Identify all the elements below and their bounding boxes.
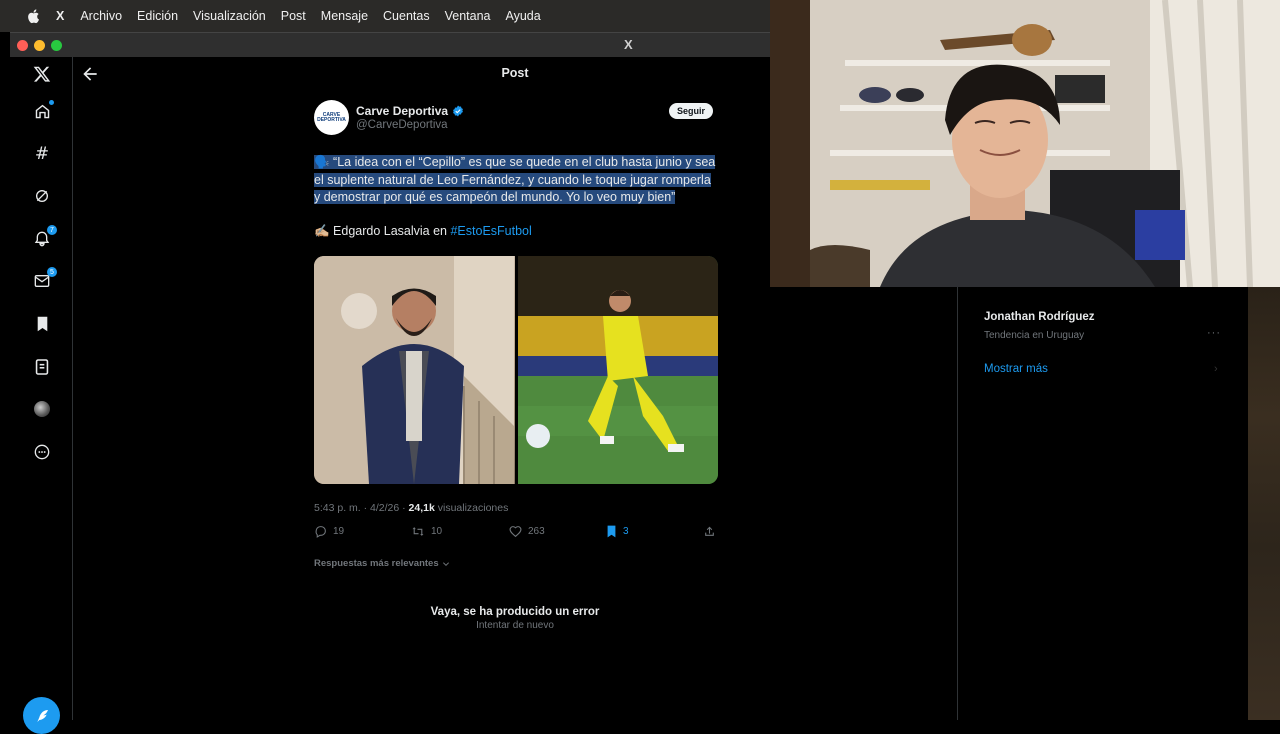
menu-mensaje[interactable]: Mensaje	[321, 9, 368, 23]
show-more-link[interactable]: Mostrar más	[984, 363, 1048, 375]
tweet-author-line: ✍🏼 Edgardo Lasalvia en #EstoEsFutbol	[314, 224, 532, 239]
apple-logo-icon[interactable]	[26, 8, 40, 24]
messages-badge: 5	[47, 267, 57, 277]
tweet-media[interactable]	[314, 256, 718, 484]
tweet-timestamp[interactable]: 5:43 p. m. · 4/2/26 ·	[314, 502, 409, 514]
notifications-icon[interactable]: 7	[31, 225, 57, 250]
compose-post-button[interactable]	[23, 697, 60, 734]
chevron-right-icon: ›	[1214, 363, 1218, 375]
tweet-views-label: visualizaciones	[434, 502, 509, 514]
author-name-text: Carve Deportiva	[356, 104, 449, 118]
grok-icon[interactable]	[31, 185, 53, 207]
trend-more-icon[interactable]: ···	[1207, 327, 1221, 339]
author-handle[interactable]: @CarveDeportiva	[356, 119, 448, 131]
notifications-badge: 7	[47, 225, 57, 235]
webcam-video	[770, 0, 1280, 287]
more-icon[interactable]	[31, 441, 53, 463]
menu-cuentas[interactable]: Cuentas	[383, 9, 430, 23]
menu-app-name[interactable]: X	[56, 9, 64, 23]
menu-visualizacion[interactable]: Visualización	[193, 9, 266, 23]
trend-title[interactable]: Jonathan Rodríguez	[984, 311, 1095, 323]
share-button[interactable]	[703, 525, 716, 538]
main-column-divider	[957, 287, 958, 720]
photo-illustration	[314, 256, 514, 484]
bookmark-filled-icon	[607, 525, 616, 538]
repost-button[interactable]: 10	[411, 525, 442, 538]
tweet-meta: 5:43 p. m. · 4/2/26 · 24,1k visualizacio…	[314, 502, 508, 514]
share-icon	[705, 526, 714, 536]
tweet-text: 🗣️ “La idea con el “Cepillo” es que se q…	[314, 154, 724, 207]
repost-icon	[412, 527, 424, 536]
photo-man-in-coat[interactable]	[314, 256, 515, 484]
author-credit: ✍🏼 Edgardo Lasalvia en	[314, 224, 451, 238]
verified-badge-icon	[453, 105, 463, 117]
heart-icon	[509, 526, 522, 538]
bookmarks-icon[interactable]	[31, 313, 53, 335]
background-desk	[1248, 287, 1280, 720]
minimize-window-button[interactable]	[34, 40, 45, 51]
tweet-text-line-2: el suplente natural de Leo Fernández, y …	[314, 172, 711, 187]
menu-ayuda[interactable]: Ayuda	[505, 9, 540, 23]
webcam-overlay	[770, 0, 1280, 287]
window-title-bar: X	[10, 32, 770, 57]
photo-football-player[interactable]	[517, 256, 718, 484]
replies-sort-label: Respuestas más relevantes	[314, 558, 439, 569]
avatar-logo-text: CARVE DEPORTIVA	[317, 111, 346, 123]
lists-icon[interactable]	[31, 356, 53, 378]
tweet-actions: 19 10 263 3	[314, 525, 718, 543]
photo-illustration	[517, 256, 718, 484]
home-icon[interactable]	[31, 100, 54, 122]
trend-context: Tendencia en Uruguay	[984, 330, 1085, 341]
follow-button[interactable]: Seguir	[669, 103, 714, 119]
avatar[interactable]: CARVE DEPORTIVA	[314, 100, 349, 135]
bookmark-count: 3	[623, 526, 629, 537]
messages-icon[interactable]: 5	[31, 267, 57, 292]
mac-menu-bar: X Archivo Edición Visualización Post Men…	[0, 0, 770, 32]
menu-archivo[interactable]: Archivo	[80, 9, 122, 23]
home-notification-dot	[49, 100, 54, 105]
feather-icon	[36, 709, 48, 722]
reply-count: 19	[333, 526, 345, 537]
author-name[interactable]: Carve Deportiva	[356, 104, 464, 118]
profile-icon[interactable]	[31, 398, 53, 420]
replies-sort-dropdown[interactable]: Respuestas más relevantes	[314, 558, 450, 569]
like-button[interactable]: 263	[509, 525, 545, 538]
reply-icon	[315, 526, 326, 538]
explore-icon[interactable]: #	[31, 143, 53, 165]
window-title: X	[624, 37, 633, 52]
chevron-down-icon	[442, 561, 449, 566]
tweet-views-count: 24,1k	[408, 502, 435, 514]
like-count: 263	[528, 526, 545, 537]
hashtag-link[interactable]: #EstoEsFutbol	[450, 224, 531, 238]
menu-ventana[interactable]: Ventana	[445, 9, 491, 23]
tweet-text-line-1: 🗣️ “La idea con el “Cepillo” es que se q…	[314, 155, 716, 169]
menu-post[interactable]: Post	[281, 9, 306, 23]
repost-count: 10	[431, 526, 443, 537]
error-title: Vaya, se ha producido un error	[430, 606, 600, 618]
close-window-button[interactable]	[17, 40, 28, 51]
zoom-window-button[interactable]	[51, 40, 62, 51]
menu-edicion[interactable]: Edición	[137, 9, 178, 23]
reply-button[interactable]: 19	[314, 525, 344, 538]
tweet-text-line-3: y demostrar por qué es campeón del mundo…	[314, 190, 676, 204]
bookmark-button[interactable]: 3	[606, 525, 629, 538]
retry-link[interactable]: Intentar de nuevo	[0, 620, 1030, 631]
